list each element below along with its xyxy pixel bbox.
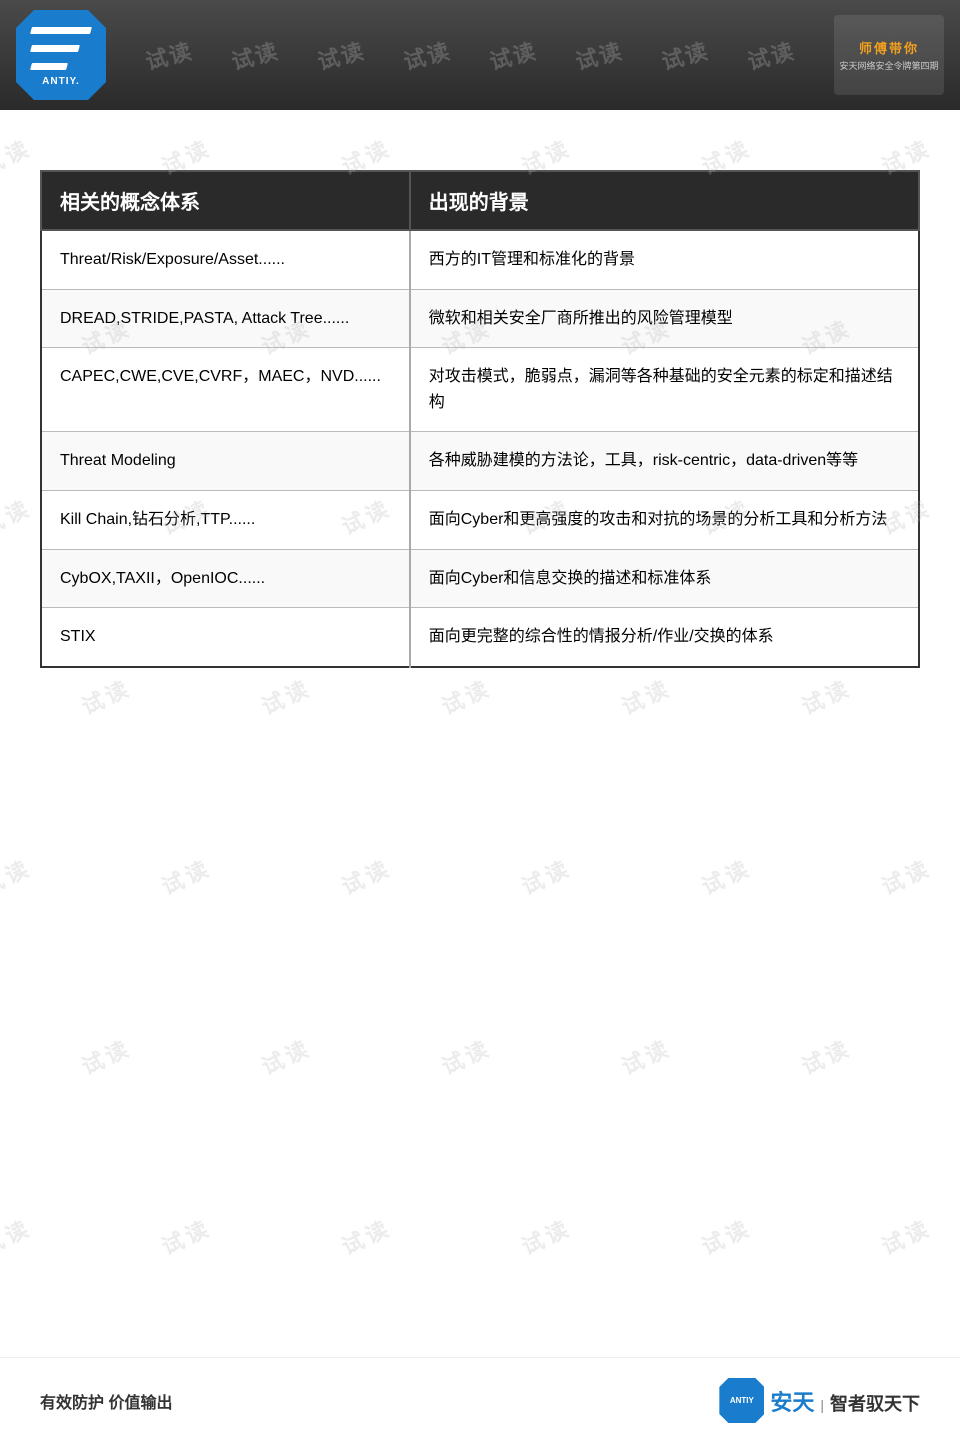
header-wm-2: 试读 xyxy=(228,33,283,76)
table-row: CybOX,TAXII，OpenIOC...... 面向Cyber和信息交换的描… xyxy=(41,549,919,608)
footer-logo-icon: ANTIY xyxy=(719,1378,764,1423)
header-wm-3: 试读 xyxy=(314,33,369,76)
row7-col1: STIX xyxy=(41,608,410,667)
main-content: 相关的概念体系 出现的背景 Threat/Risk/Exposure/Asset… xyxy=(0,110,960,1357)
col2-header: 出现的背景 xyxy=(410,171,919,230)
table-row: Threat/Risk/Exposure/Asset...... 西方的IT管理… xyxy=(41,230,919,289)
header-wm-1: 试读 xyxy=(142,33,197,76)
row4-col1: Threat Modeling xyxy=(41,432,410,491)
footer-brand: 安天 xyxy=(770,1385,814,1417)
footer-right: ANTIY 安天 | 智者驭天下 xyxy=(719,1378,920,1423)
header-watermarks: 试读 试读 试读 试读 试读 试读 试读 试读 xyxy=(106,39,834,71)
logo-stripes xyxy=(31,24,91,74)
row6-col1: CybOX,TAXII，OpenIOC...... xyxy=(41,549,410,608)
header-wm-8: 试读 xyxy=(744,33,799,76)
logo-stripe-3 xyxy=(30,63,68,70)
concept-table: 相关的概念体系 出现的背景 Threat/Risk/Exposure/Asset… xyxy=(40,170,920,668)
row1-col1: Threat/Risk/Exposure/Asset...... xyxy=(41,230,410,289)
table-row: DREAD,STRIDE,PASTA, Attack Tree...... 微软… xyxy=(41,289,919,348)
logo-stripe-1 xyxy=(30,27,92,34)
table-row: CAPEC,CWE,CVE,CVRF，MAEC，NVD...... 对攻击模式，… xyxy=(41,348,919,432)
logo: ANTIY. xyxy=(16,10,106,100)
header-wm-6: 试读 xyxy=(572,33,627,76)
header-brand-bottom: 安天网络安全令牌第四期 xyxy=(839,59,938,72)
footer: 有效防护 价值输出 ANTIY 安天 | 智者驭天下 xyxy=(0,1357,960,1443)
row6-col2: 面向Cyber和信息交换的描述和标准体系 xyxy=(410,549,919,608)
header-wm-7: 试读 xyxy=(658,33,713,76)
header-wm-5: 试读 xyxy=(486,33,541,76)
header-wm-4: 试读 xyxy=(400,33,455,76)
row1-col2: 西方的IT管理和标准化的背景 xyxy=(410,230,919,289)
footer-separator: | xyxy=(820,1397,824,1413)
row4-col2: 各种威胁建模的方法论，工具，risk-centric，data-driven等等 xyxy=(410,432,919,491)
row5-col1: Kill Chain,钻石分析,TTP...... xyxy=(41,490,410,549)
logo-stripe-2 xyxy=(30,45,80,52)
row3-col1: CAPEC,CWE,CVE,CVRF，MAEC，NVD...... xyxy=(41,348,410,432)
row5-col2: 面向Cyber和更高强度的攻击和对抗的场景的分析工具和分析方法 xyxy=(410,490,919,549)
row3-col2: 对攻击模式，脆弱点，漏洞等各种基础的安全元素的标定和描述结构 xyxy=(410,348,919,432)
footer-brand-sub: 智者驭天下 xyxy=(830,1390,920,1416)
footer-brand-container: 安天 | 智者驭天下 xyxy=(770,1385,920,1417)
logo-text: ANTIY. xyxy=(42,76,80,87)
header-brand-top: 师傅带你 xyxy=(859,38,919,57)
row7-col2: 面向更完整的综合性的情报分析/作业/交换的体系 xyxy=(410,608,919,667)
col1-header: 相关的概念体系 xyxy=(41,171,410,230)
row2-col2: 微软和相关安全厂商所推出的风险管理模型 xyxy=(410,289,919,348)
table-row: STIX 面向更完整的综合性的情报分析/作业/交换的体系 xyxy=(41,608,919,667)
header: ANTIY. 试读 试读 试读 试读 试读 试读 试读 试读 师傅带你 安天网络… xyxy=(0,0,960,110)
footer-left-text: 有效防护 价值输出 xyxy=(40,1389,172,1413)
row2-col1: DREAD,STRIDE,PASTA, Attack Tree...... xyxy=(41,289,410,348)
footer-logo-text: ANTIY xyxy=(730,1396,754,1405)
header-right-logo: 师傅带你 安天网络安全令牌第四期 xyxy=(834,15,944,95)
table-row: Threat Modeling 各种威胁建模的方法论，工具，risk-centr… xyxy=(41,432,919,491)
table-row: Kill Chain,钻石分析,TTP...... 面向Cyber和更高强度的攻… xyxy=(41,490,919,549)
